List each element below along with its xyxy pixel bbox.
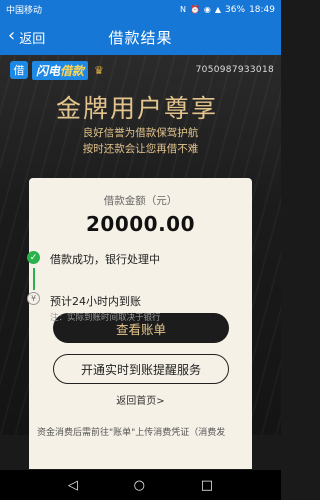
brand-name-prefix: 闪电 [36,63,61,78]
nfc-icon: N [179,5,186,14]
time-label: 18:49 [249,4,275,15]
brand-name-highlight: 借款 [60,63,85,78]
yen-icon: ¥ [27,292,40,305]
wifi-icon: ◉ [203,5,211,14]
crown-icon: ♛ [94,63,104,77]
signal-icon: ▲ [214,5,222,14]
subtitle-line-2: 按时还款会让您再借不难 [82,143,199,155]
step-1-text: 借款成功，银行处理中 [50,253,160,266]
alarm-icon: ⏰ [189,5,200,14]
hint-text: 资金消费后需前往"账单"上传消费凭证（消费发 [37,428,226,438]
step-2-text: 预计24小时内到账 [50,295,141,308]
back-home-link[interactable]: 返回首页> [29,392,252,407]
chevron-left-icon: ‹ [8,25,16,46]
account-number: 7050987933018 [195,65,274,75]
result-card: 借款金额（元） 20000.00 查看账单 开通实时到账提醒服务 返回首页> 资… [29,178,252,469]
progress-line [33,268,35,290]
carrier-label: 中国移动 [6,6,43,16]
system-home-icon[interactable]: ○ [134,478,145,493]
battery-label: 36% [225,4,246,15]
nav-bar: ‹ 返回 借款结果 [0,19,281,55]
brand-badge: 借 [10,61,28,79]
system-recent-icon[interactable]: □ [201,478,213,493]
status-bar: 中国移动 N ⏰ ◉ ▲ 36% 18:49 [0,0,281,19]
back-label: 返回 [19,31,46,47]
realtime-alert-button[interactable]: 开通实时到账提醒服务 [53,354,229,384]
brand-logo: 闪电借款 [32,60,89,80]
amount-value: 20000.00 [85,212,195,236]
subtitle-line-1: 良好信誉为借款保驾护航 [82,127,199,139]
headline: 金牌用户尊享 [56,94,219,123]
status-right: N ⏰ ◉ ▲ 36% 18:49 [180,5,275,15]
amount-label: 借款金额（元） [103,195,178,207]
check-icon: ✓ [27,251,40,264]
system-back-icon[interactable]: ◁ [68,478,78,493]
back-button[interactable]: ‹ 返回 [8,19,45,55]
brand-row: 借 闪电借款 ♛ 7050987933018 [10,60,274,80]
system-navigation-bar: ◁ ○ □ [0,470,281,500]
step-2-note: 注：实际到账时间取决于银行 [50,313,161,323]
